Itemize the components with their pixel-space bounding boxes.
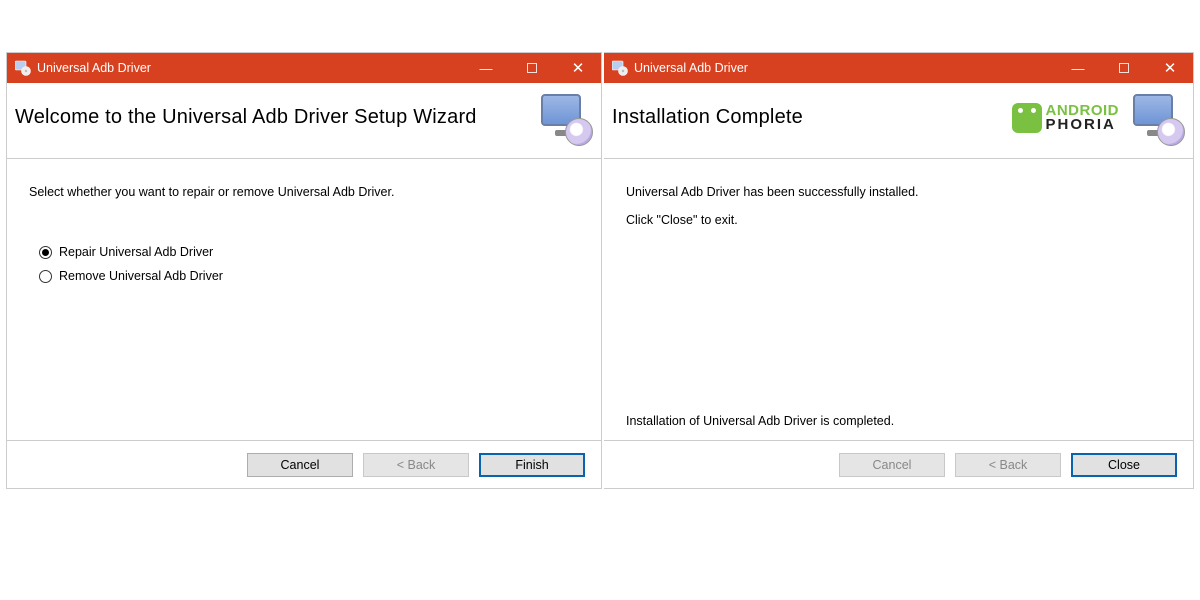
minimize-button[interactable]: — [1055, 53, 1101, 83]
back-button: < Back [955, 453, 1061, 477]
setup-icon [541, 94, 589, 142]
cancel-button[interactable]: Cancel [247, 453, 353, 477]
repair-option[interactable]: Repair Universal Adb Driver [39, 245, 579, 259]
wizard-content: Universal Adb Driver has been successful… [604, 159, 1193, 440]
wizard-header: Installation Complete ANDROID PHORIA [604, 83, 1193, 159]
wizard-footer: Cancel < Back Close [604, 440, 1193, 488]
close-window-button[interactable]: ✕ [1147, 53, 1193, 83]
setup-wizard-window: Universal Adb Driver — ✕ Welcome to the … [6, 52, 602, 489]
wizard-header: Welcome to the Universal Adb Driver Setu… [7, 83, 601, 159]
close-button[interactable]: Close [1071, 453, 1177, 477]
window-title: Universal Adb Driver [634, 61, 748, 75]
repair-option-label: Repair Universal Adb Driver [59, 245, 213, 259]
brand-line2: PHORIA [1046, 118, 1120, 132]
wizard-heading: Welcome to the Universal Adb Driver Setu… [13, 106, 533, 129]
installer-icon [15, 60, 31, 76]
remove-option[interactable]: Remove Universal Adb Driver [39, 269, 579, 283]
action-radio-group: Repair Universal Adb Driver Remove Unive… [39, 245, 579, 283]
maximize-button[interactable] [1101, 53, 1147, 83]
setup-icon [1133, 94, 1181, 142]
instruction-text: Select whether you want to repair or rem… [29, 185, 579, 199]
remove-option-label: Remove Universal Adb Driver [59, 269, 223, 283]
titlebar[interactable]: Universal Adb Driver — ✕ [7, 53, 601, 83]
finish-button[interactable]: Finish [479, 453, 585, 477]
completion-status: Installation of Universal Adb Driver is … [626, 414, 894, 428]
close-window-button[interactable]: ✕ [555, 53, 601, 83]
window-title: Universal Adb Driver [37, 61, 151, 75]
android-head-icon [1012, 103, 1042, 133]
radio-selected-icon [39, 246, 52, 259]
exit-instruction: Click "Close" to exit. [626, 213, 1171, 227]
back-button: < Back [363, 453, 469, 477]
installer-icon [612, 60, 628, 76]
androidphoria-logo: ANDROID PHORIA [1012, 103, 1120, 133]
wizard-footer: Cancel < Back Finish [7, 440, 601, 488]
installation-complete-window: Universal Adb Driver — ✕ Installation Co… [604, 52, 1194, 489]
wizard-heading: Installation Complete [610, 106, 1012, 129]
titlebar[interactable]: Universal Adb Driver — ✕ [604, 53, 1193, 83]
radio-unselected-icon [39, 270, 52, 283]
minimize-button[interactable]: — [463, 53, 509, 83]
cancel-button: Cancel [839, 453, 945, 477]
wizard-content: Select whether you want to repair or rem… [7, 159, 601, 440]
success-message: Universal Adb Driver has been successful… [626, 185, 1171, 199]
maximize-button[interactable] [509, 53, 555, 83]
